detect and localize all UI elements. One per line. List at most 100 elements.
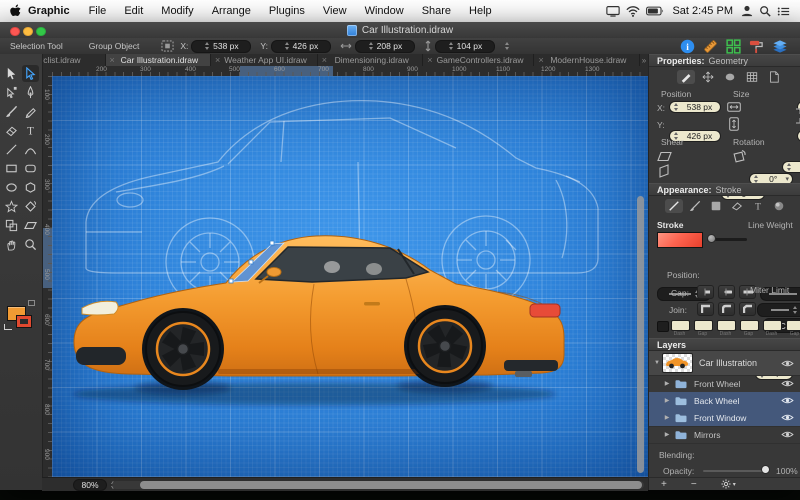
stepper-icon[interactable] bbox=[448, 42, 454, 50]
horizontal-scrollbar-thumb[interactable] bbox=[140, 481, 642, 489]
gap-field[interactable] bbox=[740, 320, 759, 331]
tab-appearance-shadow[interactable] bbox=[770, 199, 788, 213]
tab-appearance-eraser[interactable] bbox=[728, 199, 746, 213]
pen-tool[interactable] bbox=[22, 84, 39, 101]
ruler-tool-icon[interactable] bbox=[703, 39, 718, 54]
tab-dimensioning[interactable]: ×Dimensioning.idraw bbox=[318, 54, 424, 66]
visibility-eye-icon[interactable] bbox=[781, 359, 794, 368]
arrowhead-style-dropdown[interactable] bbox=[757, 303, 800, 317]
shear-x-field[interactable]: 0°▾ bbox=[782, 161, 800, 173]
dash-field[interactable] bbox=[763, 320, 782, 331]
vertical-scrollbar[interactable] bbox=[637, 196, 644, 473]
battery-icon[interactable] bbox=[646, 6, 664, 16]
menu-item-view[interactable]: View bbox=[314, 5, 356, 17]
frame-tool[interactable] bbox=[3, 217, 20, 234]
arc-tool[interactable] bbox=[22, 141, 39, 158]
tab-geometry-document[interactable] bbox=[765, 70, 783, 84]
shear-tool[interactable] bbox=[22, 217, 39, 234]
close-tab-icon[interactable]: × bbox=[423, 55, 436, 65]
disclosure-closed-icon[interactable]: ▶ bbox=[662, 414, 672, 421]
menu-app-name[interactable]: Graphic bbox=[22, 5, 80, 17]
remove-layer-button[interactable]: − bbox=[679, 479, 709, 490]
pencil-tool[interactable] bbox=[22, 103, 39, 120]
tab-gamecontrollers[interactable]: ×GameControllers.idraw bbox=[423, 54, 534, 66]
tab-appearance-stroke[interactable] bbox=[665, 199, 683, 213]
stepper-icon[interactable] bbox=[204, 42, 210, 50]
apple-icon[interactable] bbox=[10, 4, 22, 18]
y-position-field[interactable]: 426 px bbox=[271, 40, 331, 53]
selection-tool[interactable] bbox=[3, 65, 20, 82]
disclosure-closed-icon[interactable]: ▶ bbox=[662, 397, 672, 404]
menu-item-modify[interactable]: Modify bbox=[152, 5, 202, 17]
stepper-icon[interactable] bbox=[504, 42, 510, 50]
alignment-grid-icon[interactable] bbox=[161, 40, 174, 52]
tab-weather-app-ui[interactable]: ×Weather App UI.idraw bbox=[211, 54, 318, 66]
polygon-tool[interactable] bbox=[22, 179, 39, 196]
star-tool[interactable] bbox=[3, 198, 20, 215]
visibility-eye-icon[interactable] bbox=[781, 413, 794, 422]
tab-appearance-fill[interactable] bbox=[707, 199, 725, 213]
x-position-field[interactable]: 538 px bbox=[191, 40, 251, 53]
layer-row-car-illustration[interactable]: ▼ Car Illustration bbox=[649, 351, 800, 376]
tab-geometry-transform[interactable] bbox=[699, 70, 717, 84]
line-tool[interactable] bbox=[3, 141, 20, 158]
swap-colors-icon[interactable] bbox=[4, 324, 12, 330]
direct-selection-tool[interactable] bbox=[22, 65, 39, 82]
gap-field[interactable] bbox=[786, 320, 800, 331]
menu-item-arrange[interactable]: Arrange bbox=[203, 5, 260, 17]
rotate-shape-tool[interactable] bbox=[22, 198, 39, 215]
brush-tool[interactable] bbox=[3, 103, 20, 120]
layer-options-button[interactable]: ▾ bbox=[709, 479, 748, 489]
layer-row-mirrors[interactable]: ▶ Mirrors bbox=[649, 426, 800, 444]
menu-item-window[interactable]: Window bbox=[356, 5, 413, 17]
menu-item-plugins[interactable]: Plugins bbox=[260, 5, 314, 17]
selection-tool-label[interactable]: Selection Tool bbox=[2, 41, 71, 51]
user-icon[interactable] bbox=[741, 5, 753, 17]
tab-overflow-icon[interactable]: » bbox=[640, 54, 648, 66]
spotlight-search-icon[interactable] bbox=[759, 5, 771, 17]
menu-item-share[interactable]: Share bbox=[413, 5, 460, 17]
layer-row-front-wheel[interactable]: ▶ Front Wheel bbox=[649, 375, 800, 393]
tab-car-illustration[interactable]: ×Car Illustration.idraw bbox=[106, 54, 212, 66]
ellipse-tool[interactable] bbox=[3, 179, 20, 196]
cap-round-button[interactable] bbox=[718, 285, 735, 299]
text-tool[interactable]: T bbox=[22, 122, 39, 139]
tab-appearance-text[interactable]: T bbox=[749, 199, 767, 213]
layer-row-back-wheel[interactable]: ▶ Back Wheel bbox=[649, 392, 800, 410]
tab-geometry-pen[interactable] bbox=[677, 70, 695, 84]
group-object-label[interactable]: Group Object bbox=[81, 41, 148, 51]
layers-panel-icon[interactable] bbox=[772, 39, 788, 54]
height-field[interactable]: 104 px bbox=[435, 40, 495, 53]
tab-modernhouse[interactable]: ×ModernHouse.idraw bbox=[534, 54, 640, 66]
canvas[interactable] bbox=[52, 76, 648, 477]
geometry-x-field[interactable]: 538 px bbox=[669, 101, 721, 113]
menu-clock[interactable]: Sat 2:45 PM bbox=[670, 5, 735, 17]
eraser-tool[interactable] bbox=[3, 122, 20, 139]
dash-field[interactable] bbox=[671, 320, 690, 331]
grid-panel-icon[interactable] bbox=[726, 39, 741, 54]
close-tab-icon[interactable]: × bbox=[318, 55, 331, 65]
rounded-rectangle-tool[interactable] bbox=[22, 160, 39, 177]
default-colors-icon[interactable] bbox=[28, 300, 35, 306]
disclosure-open-icon[interactable]: ▼ bbox=[652, 360, 662, 366]
close-tab-icon[interactable]: × bbox=[211, 55, 224, 65]
tab-appearance-brush[interactable] bbox=[686, 199, 704, 213]
disclosure-closed-icon[interactable]: ▶ bbox=[662, 380, 672, 387]
opacity-slider-knob[interactable] bbox=[761, 465, 770, 474]
info-panel-icon[interactable]: i bbox=[680, 39, 695, 54]
stroke-color-swatch[interactable] bbox=[17, 316, 31, 327]
gap-field[interactable] bbox=[694, 320, 713, 331]
visibility-eye-icon[interactable] bbox=[781, 430, 794, 439]
hand-tool[interactable] bbox=[3, 236, 20, 253]
join-bevel-button[interactable] bbox=[739, 302, 756, 316]
close-tab-icon[interactable]: × bbox=[534, 55, 547, 65]
wifi-icon[interactable] bbox=[626, 6, 640, 17]
stroke-color-well[interactable] bbox=[657, 232, 703, 248]
add-layer-button[interactable]: + bbox=[649, 479, 679, 490]
dash-pattern-toggle[interactable] bbox=[657, 321, 669, 332]
disclosure-closed-icon[interactable]: ▶ bbox=[662, 431, 672, 438]
group-selection-tool[interactable] bbox=[3, 84, 20, 101]
stepper-icon[interactable] bbox=[368, 42, 374, 50]
join-miter-button[interactable] bbox=[697, 302, 714, 316]
cap-butt-button[interactable] bbox=[697, 285, 714, 299]
